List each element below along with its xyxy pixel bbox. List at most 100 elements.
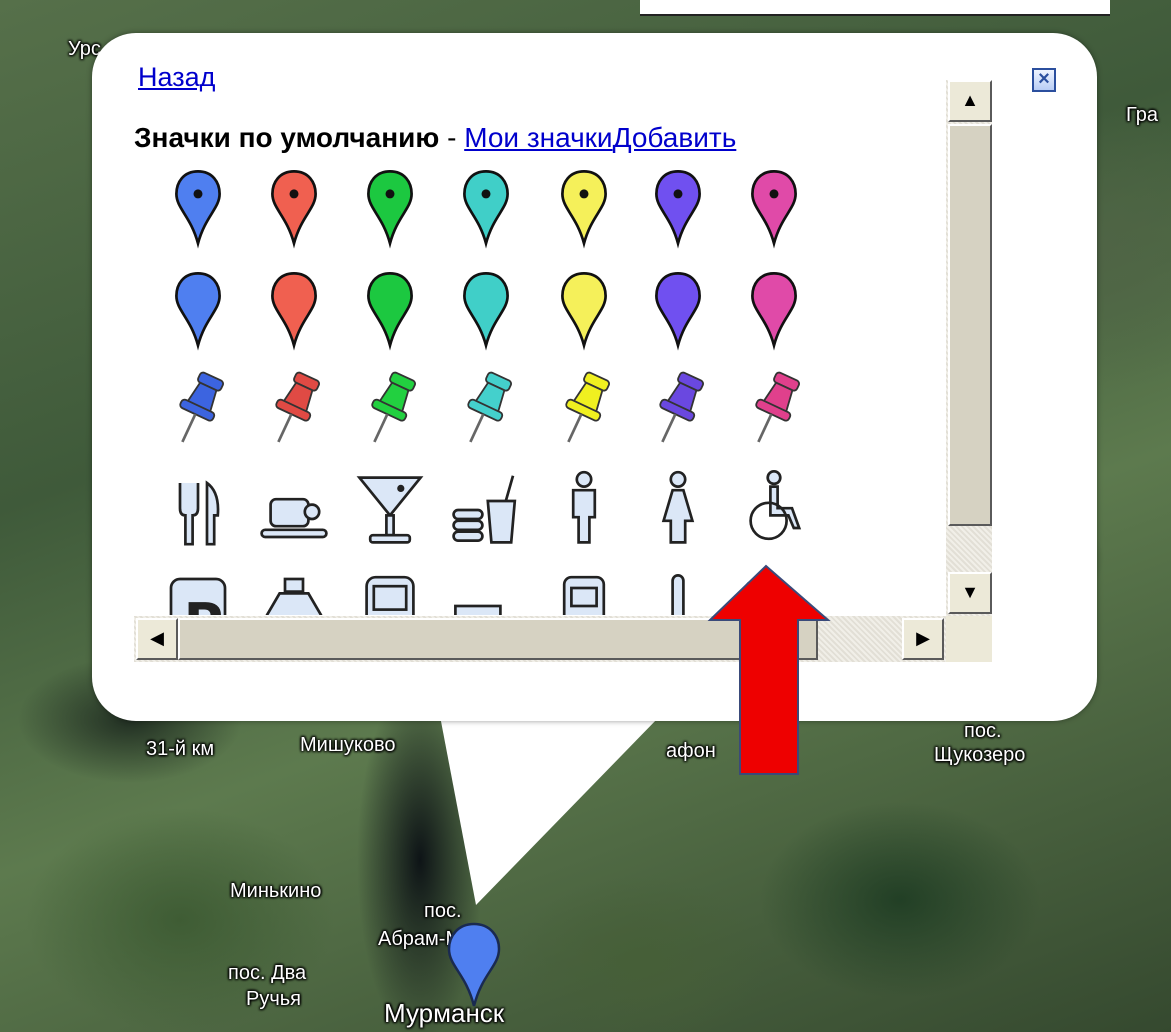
plain-pin-icon-graphic (751, 272, 797, 351)
plain-pin-icon[interactable] (638, 268, 718, 358)
scrollbar-corner (946, 616, 992, 662)
pushpin-icon[interactable] (734, 368, 814, 458)
bar-icon[interactable] (350, 465, 430, 555)
pushpin-icon[interactable] (446, 368, 526, 458)
phone-icon[interactable] (544, 570, 624, 615)
plain-pin-icon-graphic (175, 272, 221, 351)
left-arrow-icon: ◀ (150, 628, 164, 648)
taxi-icon-graphic (265, 577, 323, 615)
wheelchair-icon[interactable] (734, 465, 814, 555)
fast-food-icon[interactable] (446, 465, 526, 555)
bus-icon[interactable] (350, 570, 430, 615)
map-label-gra: Гра (1126, 104, 1158, 126)
add-icon-link[interactable]: Добавить (613, 122, 737, 153)
dot-pin-icon[interactable] (254, 166, 334, 256)
bus-icon-graphic (365, 575, 415, 615)
pushpin-icon[interactable] (350, 368, 430, 458)
plain-pin-icon-graphic (561, 272, 607, 351)
dot-pin-icon[interactable] (350, 166, 430, 256)
coffee-icon[interactable] (254, 465, 334, 555)
dot-pin-icon[interactable] (734, 166, 814, 256)
icon-set-heading: Значки по умолчанию - Мои значкиДобавить (134, 122, 736, 154)
down-arrow-icon: ▼ (961, 582, 979, 602)
pushpin-icon-graphic (179, 371, 224, 443)
fast-food-icon-graphic (452, 475, 517, 544)
plain-pin-icon-graphic (271, 272, 317, 351)
dot-pin-icon[interactable] (158, 166, 238, 256)
phone-icon-graphic (562, 575, 606, 615)
pushpin-icon-graphic (467, 371, 512, 443)
map-marker-pin[interactable] (446, 922, 502, 1008)
dot-pin-icon[interactable] (544, 166, 624, 256)
dot-pin-icon-graphic (367, 170, 413, 249)
pushpin-icon-graphic (565, 371, 610, 443)
coffee-icon-graphic (260, 497, 328, 539)
right-arrow-icon: ▶ (916, 628, 930, 648)
scroll-down-button[interactable]: ▼ (948, 572, 992, 614)
gas-icon-graphic (745, 581, 785, 615)
my-icons-link[interactable]: Мои значки (464, 122, 612, 153)
pushpin-icon[interactable] (638, 368, 718, 458)
map-label-31km: 31-й км (146, 738, 215, 760)
map-label-safonovo: афон (666, 740, 716, 762)
map-label-shchukozero: Щукозеро (934, 744, 1026, 766)
pushpin-icon-graphic (275, 371, 320, 443)
wheelchair-icon-graphic (749, 469, 802, 541)
map-label-dva-ruchya: Ручья (246, 988, 302, 1010)
map-label-mishukovo: Мишуково (300, 734, 396, 756)
svg-text:P: P (184, 592, 224, 615)
man-icon[interactable] (544, 465, 624, 555)
pushpin-icon-graphic (371, 371, 416, 443)
pushpin-icon-graphic (659, 371, 704, 443)
man-icon-graphic (571, 470, 597, 544)
plain-pin-icon[interactable] (158, 268, 238, 358)
taxi-icon[interactable] (254, 570, 334, 615)
woman-icon-graphic (661, 470, 695, 544)
map-label-minkino: Минькино (230, 880, 322, 902)
plain-pin-icon-graphic (463, 272, 509, 351)
heading-separator: - (439, 122, 465, 153)
default-icons-title: Значки по умолчанию (134, 122, 440, 153)
plain-pin-icon[interactable] (254, 268, 334, 358)
plain-pin-icon[interactable] (350, 268, 430, 358)
map-label-shchukozero-pos: пос. (964, 720, 1002, 742)
thermometer-icon[interactable] (638, 570, 718, 615)
map-label-abram-pos: пос. (424, 900, 462, 922)
back-link[interactable]: Назад (138, 62, 215, 93)
plain-pin-icon[interactable] (544, 268, 624, 358)
horizontal-scrollbar-thumb[interactable] (178, 618, 818, 660)
dot-pin-icon-graphic (751, 170, 797, 249)
dot-pin-icon-graphic (655, 170, 701, 249)
dot-pin-icon[interactable] (446, 166, 526, 256)
scroll-right-button[interactable]: ▶ (902, 618, 944, 660)
plain-pin-icon[interactable] (734, 268, 814, 358)
pushpin-icon-graphic (755, 371, 800, 443)
pushpin-icon[interactable] (544, 368, 624, 458)
dot-pin-icon-graphic (271, 170, 317, 249)
vertical-scrollbar-thumb[interactable] (948, 124, 992, 526)
map-label-dva-ruchya-pos: пос. Два (228, 962, 307, 984)
restaurant-icon[interactable] (158, 465, 238, 555)
close-button[interactable]: × (1032, 68, 1056, 92)
truck-icon[interactable] (446, 570, 526, 615)
parking-icon[interactable]: P (158, 570, 238, 615)
plain-pin-icon[interactable] (446, 268, 526, 358)
truck-icon-graphic (454, 604, 502, 615)
gas-icon[interactable] (734, 570, 814, 615)
close-icon: × (1038, 68, 1050, 90)
top-toolbar-strip (640, 0, 1110, 16)
pushpin-icon[interactable] (158, 368, 238, 458)
dot-pin-icon[interactable] (638, 166, 718, 256)
thermometer-icon-graphic (671, 574, 685, 615)
scroll-up-button[interactable]: ▲ (948, 80, 992, 122)
icon-picker-panel: Назад Значки по умолчанию - Мои значкиДо… (134, 60, 946, 615)
restaurant-icon-graphic (178, 480, 220, 546)
scroll-left-button[interactable]: ◀ (136, 618, 178, 660)
woman-icon[interactable] (638, 465, 718, 555)
map-label-roslyakovo: Росляко (488, 718, 565, 740)
dot-pin-icon-graphic (175, 170, 221, 249)
bar-icon-graphic (356, 476, 424, 544)
dot-pin-icon-graphic (561, 170, 607, 249)
pushpin-icon[interactable] (254, 368, 334, 458)
parking-icon-graphic: P (169, 577, 227, 615)
